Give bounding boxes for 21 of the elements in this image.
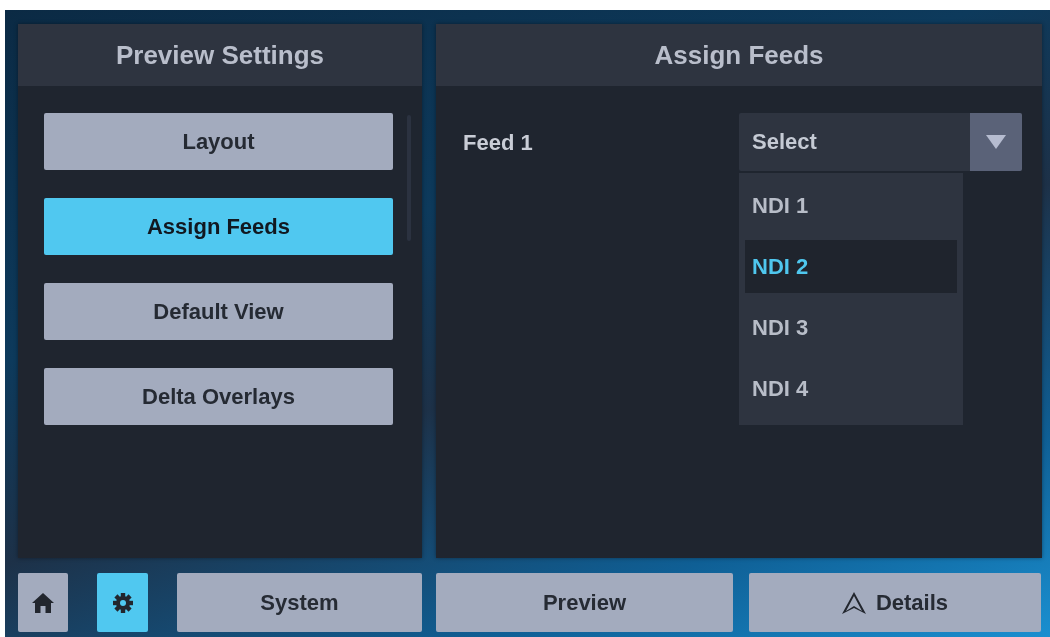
menu-button[interactable]: Assign Feeds: [44, 198, 393, 255]
panel-title: Preview Settings: [18, 24, 422, 86]
caret-down-icon: [986, 135, 1006, 149]
home-button[interactable]: [18, 573, 68, 632]
dropdown-option[interactable]: NDI 1: [745, 179, 957, 232]
dropdown-option[interactable]: NDI 3: [745, 301, 957, 354]
home-icon: [32, 592, 54, 613]
feed-label: Feed 1: [463, 130, 534, 156]
dropdown-option[interactable]: NDI 4: [745, 362, 957, 415]
settings-button[interactable]: [97, 573, 148, 632]
nav-button[interactable]: Preview: [436, 573, 733, 632]
menu-button[interactable]: Delta Overlays: [44, 368, 393, 425]
panel-title: Assign Feeds: [436, 24, 1042, 86]
menu-button[interactable]: Layout: [44, 113, 393, 170]
nav-button[interactable]: System: [177, 573, 422, 632]
settings-icon: [112, 592, 133, 613]
feed-dropdown[interactable]: Select: [739, 113, 1022, 171]
dropdown-option[interactable]: NDI 2: [745, 240, 957, 293]
nav-button[interactable]: Details: [749, 573, 1041, 632]
triangle-icon: [841, 591, 866, 614]
menu-button[interactable]: Default View: [44, 283, 393, 340]
